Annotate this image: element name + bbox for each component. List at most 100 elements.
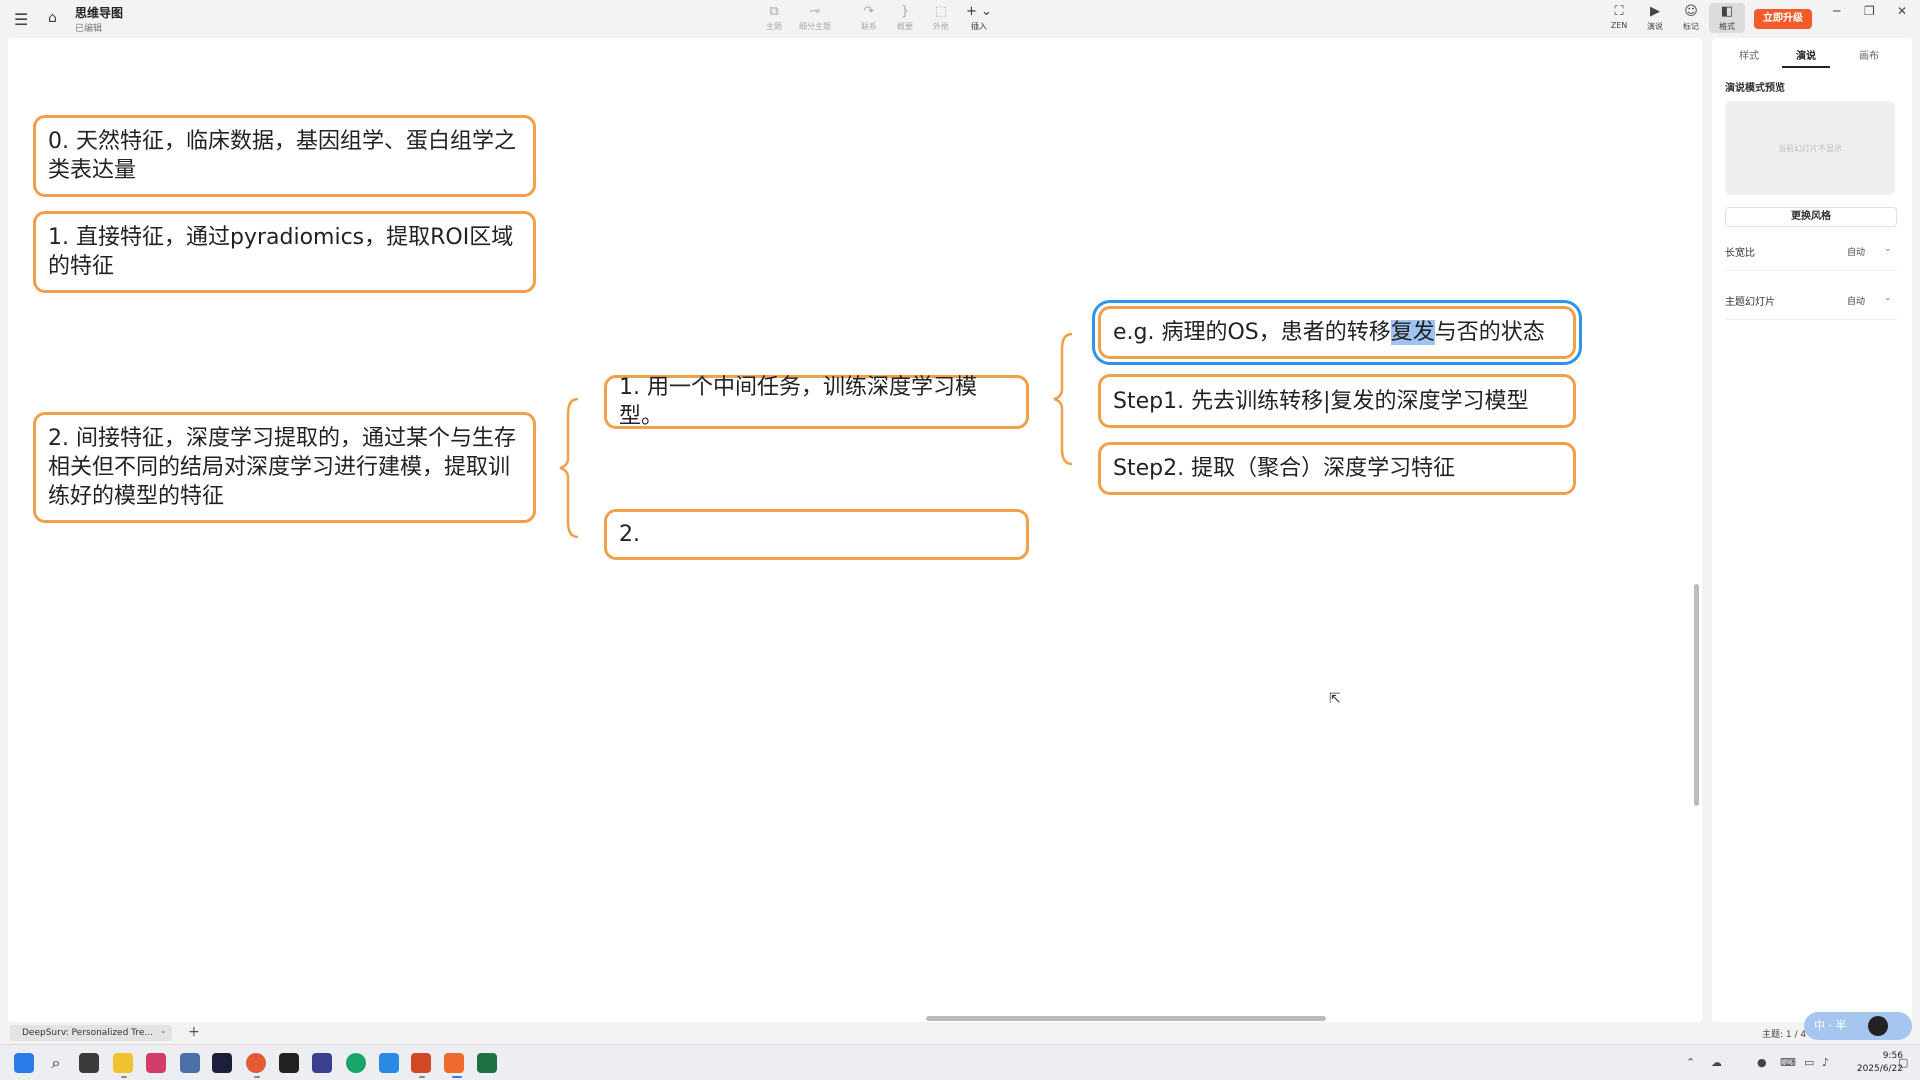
mindmap-node[interactable]: Step1. 先去训练转移|复发的深度学习模型	[1098, 374, 1576, 428]
excel-icon[interactable]	[477, 1053, 497, 1073]
hamburger-menu-icon[interactable]: ☰	[14, 10, 28, 29]
clock-date[interactable]: 2025/6/22	[1846, 1064, 1903, 1074]
mindmap-node[interactable]: 0. 天然特征，临床数据，基因组学、蛋白组学之类表达量	[33, 115, 536, 197]
zen-mode-button[interactable]: ⛶ ZEN	[1601, 4, 1637, 31]
format-panel: 样式 演说 画布 演说模式预览 当前幻灯片不显示 更换风格 长宽比 自动 ⌄ 主…	[1712, 38, 1912, 1022]
chevron-down-icon[interactable]: ⌄	[1884, 244, 1892, 254]
brace-right	[1053, 332, 1073, 466]
relationship-icon: ↷	[863, 4, 875, 19]
chevron-down-icon[interactable]: ⌄	[1884, 293, 1892, 303]
mindmap-node[interactable]: 1. 直接特征，通过pyradiomics，提取ROI区域的特征	[33, 211, 536, 293]
node-text: e.g. 病理的OS，患者的转移复发与否的状态	[1113, 320, 1545, 345]
home-icon[interactable]: ⌂	[48, 10, 57, 26]
marker-icon: ☺	[1684, 4, 1698, 19]
pitch-preview-title: 演说模式预览	[1725, 83, 1785, 94]
taskbar: ⌕ ⌃ ☁ ● ⌨ ▭ ♪ 9:56 2025/6/22 ▢	[0, 1044, 1920, 1080]
subtopic-tool-button[interactable]: ⊸ 细分主题	[797, 5, 833, 32]
summary-icon: }	[900, 4, 910, 19]
mindmap-canvas[interactable]: 0. 天然特征，临床数据，基因组学、蛋白组学之类表达量 1. 直接特征，通过py…	[8, 38, 1702, 1022]
topic-tool-button[interactable]: ⧉ 主题	[756, 5, 792, 32]
cloud-icon[interactable]: ☁	[1711, 1056, 1722, 1069]
app-icon[interactable]	[379, 1053, 399, 1073]
pycharm-icon[interactable]	[212, 1053, 232, 1073]
running-indicator	[121, 1076, 127, 1078]
close-icon[interactable]: ✕	[1897, 4, 1907, 18]
relationship-tool-button[interactable]: ↷ 联系	[851, 5, 887, 32]
mindmap-node[interactable]: Step2. 提取（聚合）深度学习特征	[1098, 442, 1576, 495]
microphone-icon[interactable]: ●	[1757, 1056, 1767, 1069]
divider	[1725, 319, 1897, 320]
node-text: 1. 直接特征，通过pyradiomics，提取ROI区域的特征	[48, 225, 514, 279]
topic-slide-select[interactable]: 自动	[1847, 294, 1865, 307]
powerpoint-icon[interactable]	[411, 1053, 431, 1073]
app-icon[interactable]	[146, 1053, 166, 1073]
notification-icon[interactable]: ▢	[1898, 1056, 1908, 1069]
format-panel-icon: ◧	[1720, 4, 1734, 19]
chevron-up-icon[interactable]: ⌃	[1686, 1056, 1695, 1069]
ime-icon[interactable]: ⌨	[1780, 1056, 1796, 1069]
vertical-scrollbar[interactable]	[1694, 584, 1699, 806]
sheet-name: DeepSurv: Personalized Tre...	[22, 1028, 153, 1038]
node-text: 1. 用一个中间任务，训练深度学习模型。	[619, 375, 977, 429]
title-bar: ☰ ⌂ 思维导图 已编辑 ⧉ 主题 ⊸ 细分主题 ↷ 联系 } 概要 ⬚ 外框 …	[0, 0, 1920, 38]
aspect-ratio-label: 长宽比	[1725, 248, 1755, 259]
maximize-icon[interactable]: ❐	[1864, 4, 1875, 18]
selected-mindmap-node[interactable]: e.g. 病理的OS，患者的转移复发与否的状态	[1092, 300, 1582, 365]
app-icon[interactable]	[180, 1053, 200, 1073]
insert-tool-button[interactable]: + ⌄ 插入	[961, 5, 997, 32]
mindmap-node[interactable]: 1. 用一个中间任务，训练深度学习模型。	[604, 375, 1029, 429]
chevron-down-icon[interactable]: ⌄	[160, 1026, 167, 1035]
pitch-icon: ▶	[1650, 4, 1660, 19]
volume-icon[interactable]: ♪	[1822, 1056, 1829, 1069]
format-panel-button[interactable]: ◧ 格式	[1709, 3, 1745, 33]
add-sheet-icon[interactable]: +	[188, 1024, 200, 1040]
insert-icon: + ⌄	[966, 4, 992, 19]
tab-style[interactable]: 样式	[1724, 47, 1774, 62]
node-text: 2. 间接特征，深度学习提取的，通过某个与生存相关但不同的结局对深度学习进行建模…	[48, 426, 516, 509]
network-icon[interactable]: ▭	[1804, 1056, 1814, 1069]
mindmap-node[interactable]: 2. 间接特征，深度学习提取的，通过某个与生存相关但不同的结局对深度学习进行建模…	[33, 412, 536, 523]
zen-icon: ⛶	[1614, 4, 1624, 19]
divider	[1725, 270, 1897, 271]
upgrade-button[interactable]: 立即升级	[1754, 9, 1812, 29]
file-explorer-icon[interactable]	[113, 1053, 133, 1073]
search-icon[interactable]: ⌕	[46, 1053, 66, 1073]
wechat-icon[interactable]	[346, 1053, 366, 1073]
brace-left	[559, 397, 579, 539]
sheet-tab[interactable]: DeepSurv: Personalized Tre...	[10, 1025, 172, 1041]
node-text: Step1. 先去训练转移|复发的深度学习模型	[1113, 388, 1529, 414]
ime-avatar	[1868, 1016, 1888, 1036]
topic-icon: ⧉	[769, 4, 779, 19]
active-indicator	[452, 1076, 462, 1078]
mouse-cursor-icon: ⇱	[1329, 691, 1341, 707]
boundary-tool-button[interactable]: ⬚ 外框	[923, 5, 959, 32]
minimize-icon[interactable]: ─	[1833, 4, 1840, 18]
node-text: 0. 天然特征，临床数据，基因组学、蛋白组学之类表达量	[48, 129, 516, 183]
tab-pitch[interactable]: 演说	[1781, 47, 1831, 62]
topic-count: 主题: 1 / 4	[1762, 1030, 1807, 1040]
running-indicator	[254, 1076, 260, 1078]
marker-button[interactable]: ☺ 标记	[1673, 5, 1709, 32]
aspect-ratio-select[interactable]: 自动	[1847, 245, 1865, 258]
node-text: 2.	[619, 522, 640, 547]
app-icon[interactable]	[312, 1053, 332, 1073]
topic-slide-label: 主题幻灯片	[1725, 297, 1775, 308]
ime-text: 中 · 半	[1814, 1019, 1847, 1032]
mindmap-node[interactable]: 2.	[604, 509, 1029, 560]
xmind-icon[interactable]	[444, 1053, 464, 1073]
active-tab-indicator	[1782, 66, 1830, 68]
change-style-button[interactable]: 更换风格	[1725, 207, 1897, 227]
start-menu-icon[interactable]	[14, 1053, 34, 1073]
tab-canvas[interactable]: 画布	[1844, 47, 1894, 62]
ime-widget[interactable]: 中 · 半	[1804, 1012, 1912, 1040]
text-selection: 复发	[1390, 320, 1435, 345]
task-view-icon[interactable]	[79, 1053, 99, 1073]
document-title: 思维导图	[75, 6, 124, 20]
chrome-icon[interactable]	[246, 1053, 266, 1073]
node-text: Step2. 提取（聚合）深度学习特征	[1113, 456, 1456, 481]
subtopic-icon: ⊸	[809, 4, 821, 19]
terminal-icon[interactable]	[279, 1053, 299, 1073]
horizontal-scrollbar[interactable]	[926, 1016, 1326, 1021]
pitch-mode-button[interactable]: ▶ 演说	[1637, 5, 1673, 32]
summary-tool-button[interactable]: } 概要	[887, 5, 923, 32]
